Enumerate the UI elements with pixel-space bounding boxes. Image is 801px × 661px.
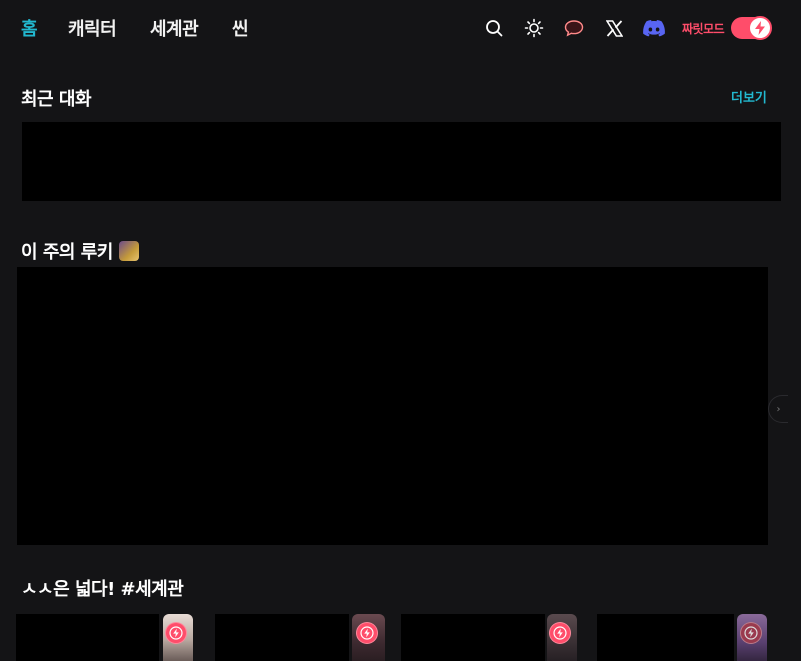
- chat-bubble-icon[interactable]: [563, 17, 585, 39]
- world-card[interactable]: [401, 614, 577, 661]
- world-section-title: ㅅㅅ은 넓다! #세계관: [21, 579, 184, 600]
- rookie-title-text: 이 주의 루키: [21, 242, 113, 263]
- card-image: [597, 614, 734, 661]
- lightning-icon: [748, 16, 772, 40]
- card-image: [401, 614, 545, 661]
- tab-character[interactable]: 캐릭터: [68, 15, 117, 41]
- rookie-section-title: 이 주의 루키: [21, 238, 139, 264]
- card-image: [215, 614, 349, 661]
- tab-home[interactable]: 홈: [21, 15, 38, 41]
- recent-section-title: 최근 대화: [21, 89, 92, 110]
- lightning-badge-icon: [356, 622, 378, 644]
- search-icon[interactable]: [483, 17, 505, 39]
- discord-icon[interactable]: [643, 17, 665, 39]
- card-image: [16, 614, 159, 661]
- lightning-badge-icon: [740, 622, 762, 644]
- spark-mode-label: 짜릿모드: [682, 22, 725, 36]
- tab-worldview[interactable]: 세계관: [150, 15, 199, 41]
- x-logo-icon[interactable]: [603, 17, 625, 39]
- lightning-badge-icon: [165, 622, 187, 644]
- star-emoji-icon: [118, 241, 139, 261]
- tab-scene[interactable]: 씬: [232, 15, 249, 41]
- more-link[interactable]: 더보기: [731, 87, 767, 106]
- top-nav: 홈 캐릭터 세계관 씬 짜릿모드: [0, 0, 801, 56]
- world-card[interactable]: [597, 614, 767, 661]
- lightning-badge-icon: [549, 622, 571, 644]
- spark-mode-toggle[interactable]: [731, 16, 772, 40]
- carousel-next-icon[interactable]: ›: [768, 395, 788, 423]
- rookie-carousel[interactable]: [17, 267, 768, 545]
- sun-icon[interactable]: [523, 17, 545, 39]
- recent-conversation-list[interactable]: [22, 122, 781, 201]
- world-card[interactable]: [16, 614, 193, 661]
- world-card[interactable]: [215, 614, 385, 661]
